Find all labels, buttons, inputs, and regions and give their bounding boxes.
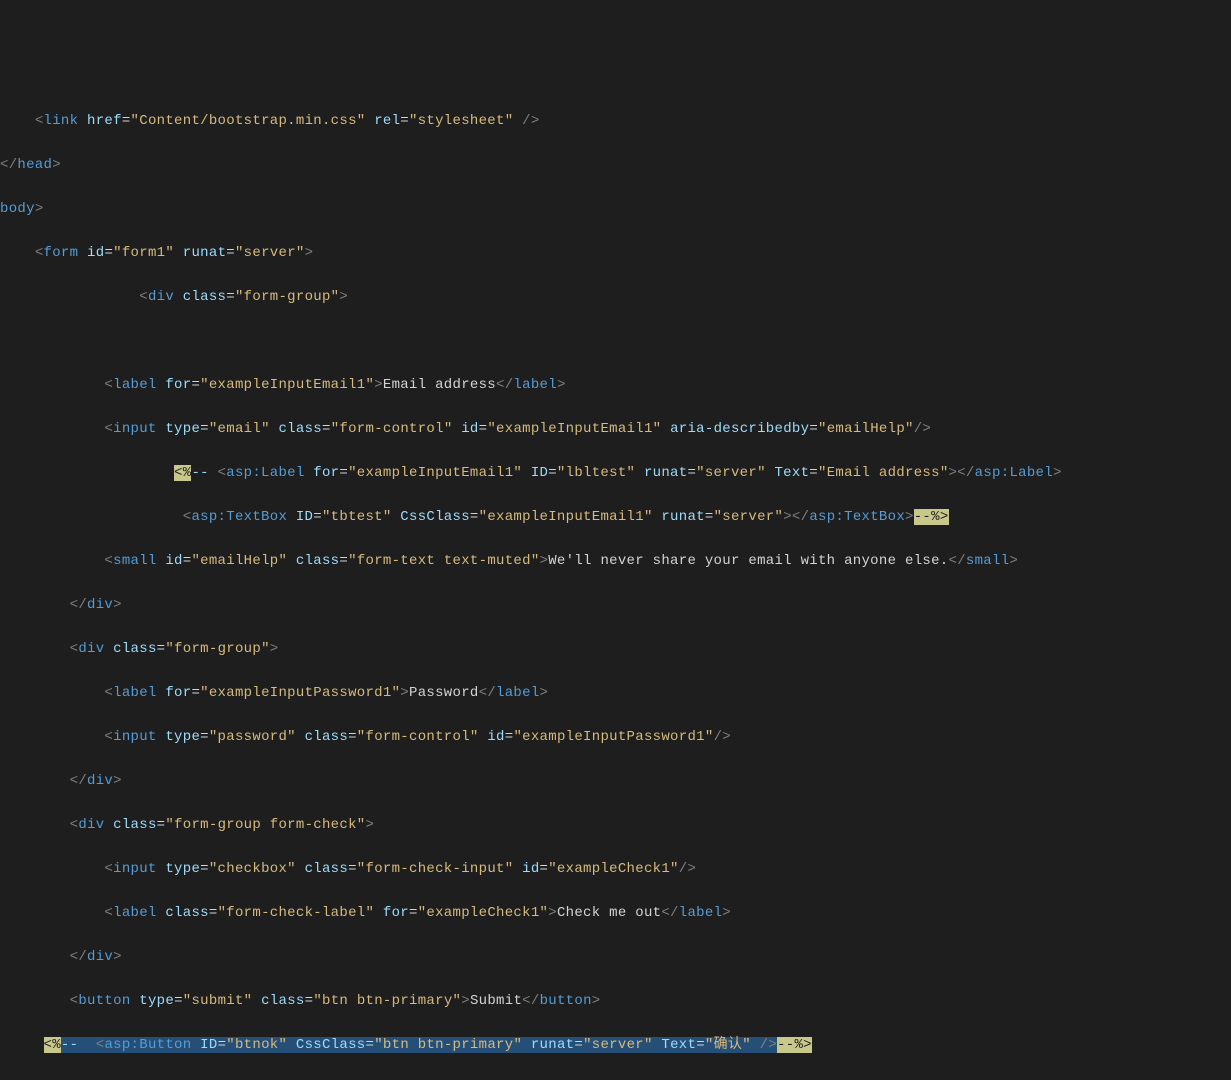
code-line: <input type="checkbox" class="form-check… bbox=[0, 858, 1231, 880]
code-line: <input type="email" class="form-control"… bbox=[0, 418, 1231, 440]
code-line: <div class="form-group form-check"> bbox=[0, 814, 1231, 836]
code-line: </div> bbox=[0, 770, 1231, 792]
code-line: <div class="form-group"> bbox=[0, 638, 1231, 660]
code-line: <div class="form-group"> bbox=[0, 286, 1231, 308]
code-line: <label class="form-check-label" for="exa… bbox=[0, 902, 1231, 924]
code-line: body> bbox=[0, 198, 1231, 220]
code-line: <asp:TextBox ID="tbtest" CssClass="examp… bbox=[0, 506, 1231, 528]
code-line: <label for="exampleInputPassword1">Passw… bbox=[0, 682, 1231, 704]
code-line: <small id="emailHelp" class="form-text t… bbox=[0, 550, 1231, 572]
code-line: <form id="form1" runat="server"> bbox=[0, 242, 1231, 264]
code-line: <%-- <asp:Label for="exampleInputEmail1"… bbox=[0, 462, 1231, 484]
code-line bbox=[0, 330, 1231, 352]
code-editor[interactable]: <link href="Content/bootstrap.min.css" r… bbox=[0, 88, 1231, 1080]
code-line: <%-- <asp:Button ID="btnok" CssClass="bt… bbox=[0, 1034, 1231, 1056]
code-line: </div> bbox=[0, 946, 1231, 968]
code-line: <label for="exampleInputEmail1">Email ad… bbox=[0, 374, 1231, 396]
code-line: </form> bbox=[0, 1078, 1231, 1080]
code-line: <button type="submit" class="btn btn-pri… bbox=[0, 990, 1231, 1012]
code-line: <input type="password" class="form-contr… bbox=[0, 726, 1231, 748]
code-line: </div> bbox=[0, 594, 1231, 616]
code-line: <link href="Content/bootstrap.min.css" r… bbox=[0, 110, 1231, 132]
code-line: </head> bbox=[0, 154, 1231, 176]
